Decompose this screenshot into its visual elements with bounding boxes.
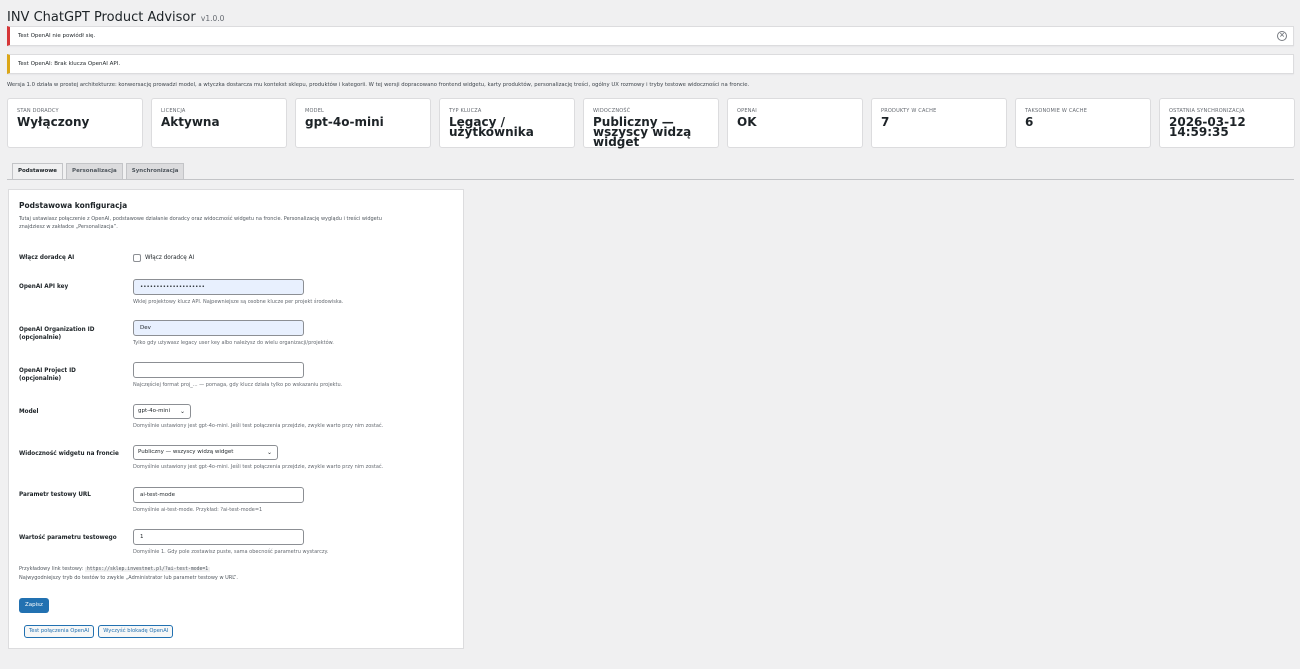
org-id-input[interactable]: Dev — [133, 320, 304, 336]
error-notice-text: Test OpenAI nie powiódł się. — [18, 33, 96, 39]
stat-card-license: LICENCJA Aktywna — [151, 98, 287, 148]
intro-text: Wersja 1.0 działa w prostej architekturz… — [7, 82, 750, 88]
visibility-help: Domyślnie ustawiony jest gpt-4o-mini. Je… — [133, 464, 384, 470]
org-id-help: Tylko gdy używasz legacy user key albo n… — [133, 340, 334, 346]
test-value-input[interactable]: 1 — [133, 529, 304, 545]
example-url: https://sklep.investnet.pl/?ai-test-mode… — [84, 567, 211, 572]
panel-title: Podstawowa konfiguracja — [19, 201, 128, 210]
model-label: Model — [19, 409, 39, 415]
tabs-divider — [7, 179, 1294, 180]
stat-card-openai: OPENAI OK — [727, 98, 863, 148]
project-id-label: OpenAI Project ID (opcjonalnie) — [19, 368, 76, 382]
test-value-help: Domyślnie 1. Gdy pole zostawisz puste, s… — [133, 549, 329, 555]
page-title: INV ChatGPT Product Advisor v1.0.0 — [7, 10, 225, 25]
example-link-block: Przykładowy link testowy: https://sklep.… — [19, 565, 238, 582]
settings-tabs: Podstawowe Personalizacja Synchronizacja — [12, 163, 185, 180]
stat-card-taxonomies-cache: TAKSONOMIE W CACHE 6 — [1015, 98, 1151, 148]
stat-card-visibility: WIDOCZNOŚĆ Publiczny — wszyscy widzą widg… — [583, 98, 719, 148]
enable-checkbox[interactable]: Włącz doradcę AI — [133, 254, 194, 262]
stat-card-last-sync: OSTATNIA SYNCHRONIZACJA 2026-03-12 14:59:… — [1159, 98, 1295, 148]
stat-card-model: MODEL gpt-4o-mini — [295, 98, 431, 148]
model-select[interactable]: gpt-4o-mini ⌄ — [133, 404, 191, 419]
visibility-label: Widoczność widgetu na froncie — [19, 451, 119, 457]
stat-card-key-type: TYP KLUCZA Legacy / użytkownika — [439, 98, 575, 148]
settings-panel: Podstawowa konfiguracja Tutaj ustawiasz … — [8, 189, 464, 649]
org-id-label: OpenAI Organization ID (opcjonalnie) — [19, 327, 95, 341]
stat-card-status: STAN DORADCY Wyłączony — [7, 98, 143, 148]
stat-card-products-cache: PRODUKTY W CACHE 7 — [871, 98, 1007, 148]
test-value-label: Wartość parametru testowego — [19, 535, 117, 541]
api-key-input[interactable]: •••••••••••••••••••• — [133, 279, 304, 295]
api-key-label: OpenAI API key — [19, 284, 69, 290]
save-button[interactable]: Zapisz — [19, 598, 49, 613]
action-buttons: Test połączenia OpenAI Wyczyść blokadę O… — [24, 625, 174, 638]
chevron-down-icon: ⌄ — [179, 408, 185, 415]
test-param-label: Parametr testowy URL — [19, 492, 91, 498]
checkbox-icon[interactable] — [133, 254, 141, 262]
tab-sync[interactable]: Synchronizacja — [125, 163, 185, 179]
version-label: v1.0.0 — [200, 14, 225, 23]
test-param-input[interactable]: ai-test-mode — [133, 487, 304, 503]
enable-label: Włącz doradcę AI — [19, 255, 75, 261]
stats-cards: STAN DORADCY Wyłączony LICENCJA Aktywna MO… — [7, 98, 1295, 148]
panel-description: Tutaj ustawiasz połączenie z OpenAI, pod… — [19, 216, 382, 230]
example-note: Najwygodniejszy tryb do testów to zwykle… — [19, 575, 238, 581]
project-id-help: Najczęściej format proj_... — pomaga, gd… — [133, 382, 343, 388]
clear-lock-button[interactable]: Wyczyść blokadę OpenAI — [98, 625, 174, 638]
example-label: Przykładowy link testowy: — [19, 566, 84, 572]
tab-personalization[interactable]: Personalizacja — [66, 163, 123, 179]
dismiss-icon[interactable]: × — [1277, 31, 1287, 41]
visibility-select[interactable]: Publiczny — wszyscy widzą widget ⌄ — [133, 445, 278, 460]
warning-notice: Test OpenAI: Brak klucza OpenAI API. — [7, 54, 1294, 74]
model-help: Domyślnie ustawiony jest gpt-4o-mini. Je… — [133, 423, 384, 429]
enable-checkbox-label: Włącz doradcę AI — [145, 255, 195, 261]
error-notice: Test OpenAI nie powiódł się. × — [7, 26, 1294, 46]
chevron-down-icon: ⌄ — [266, 449, 272, 456]
tab-basic[interactable]: Podstawowe — [12, 163, 64, 180]
project-id-input[interactable] — [133, 362, 304, 378]
api-key-help: Wklej projektowy klucz API. Najpewniejsz… — [133, 299, 344, 305]
warning-notice-text: Test OpenAI: Brak klucza OpenAI API. — [18, 61, 121, 67]
test-connection-button[interactable]: Test połączenia OpenAI — [24, 625, 95, 638]
test-param-help: Domyślnie ai-test-mode. Przykład: ?ai-te… — [133, 507, 263, 513]
